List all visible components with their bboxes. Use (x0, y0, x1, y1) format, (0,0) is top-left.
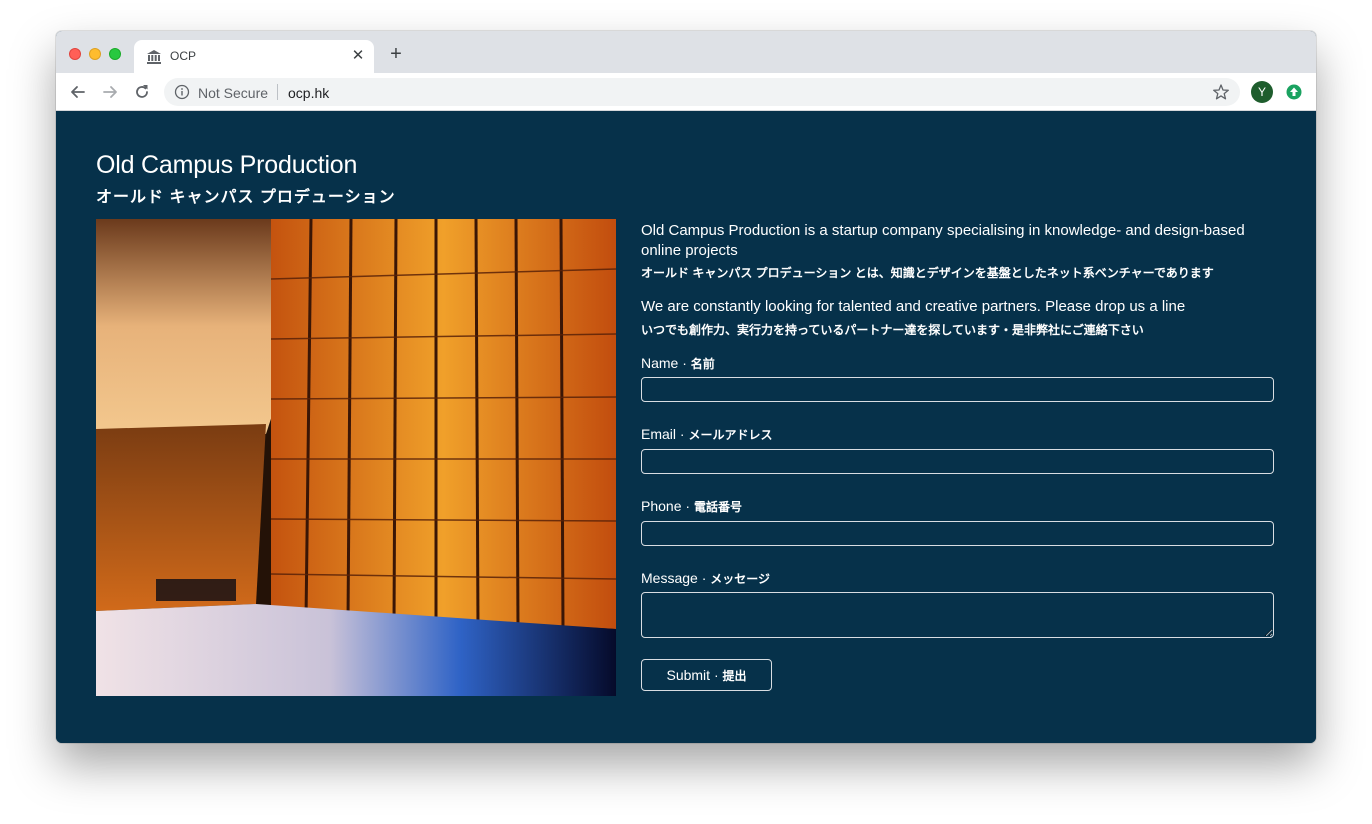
email-label-ja: メールアドレス (688, 428, 773, 442)
intro-english: Old Campus Production is a startup compa… (641, 222, 1245, 259)
forward-arrow-icon[interactable] (100, 82, 120, 102)
message-label-en: Message · (641, 570, 711, 586)
close-window-button[interactable] (69, 48, 81, 60)
page-title: Old Campus Production (96, 151, 358, 179)
page-content: Old Campus Production オールド キャンパス プロデューショ… (56, 111, 1316, 743)
url-text[interactable]: ocp.hk (288, 85, 329, 101)
info-icon[interactable] (174, 84, 190, 100)
zoom-window-button[interactable] (109, 48, 121, 60)
message-label: Message · メッセージ (641, 570, 770, 587)
new-tab-button[interactable]: + (386, 44, 406, 64)
submit-label-ja: 提出 (722, 668, 747, 683)
back-arrow-icon[interactable] (68, 82, 88, 102)
name-label-en: Name · (641, 355, 691, 371)
submit-button[interactable]: Submit · 提出 (641, 659, 772, 691)
extension-icon[interactable] (1286, 84, 1302, 100)
name-label: Name · 名前 (641, 355, 715, 372)
address-bar[interactable]: Not Secure ocp.hk (164, 78, 1240, 106)
library-bookshelves-image (96, 219, 616, 696)
phone-field[interactable] (641, 521, 1274, 546)
message-label-ja: メッセージ (710, 572, 771, 586)
bookmark-star-icon[interactable] (1212, 83, 1230, 101)
url-divider (277, 84, 278, 100)
bank-icon (147, 50, 161, 64)
close-tab-icon[interactable]: ✕ (350, 48, 366, 64)
partner-japanese: いつでも創作力、実行力を持っているパートナー達を探しています・是非弊社にご連絡下… (641, 323, 1144, 337)
email-field[interactable] (641, 449, 1274, 474)
security-status: Not Secure (198, 85, 269, 101)
submit-label-en: Submit · (666, 666, 723, 683)
phone-label-en: Phone · (641, 498, 694, 514)
email-label: Email · メールアドレス (641, 426, 772, 443)
browser-window: OCP ✕ + Not Secure ocp.hk Y Old Campus P… (56, 31, 1316, 743)
intro-japanese: オールド キャンパス プロデューション とは、知識とデザインを基盤としたネット系… (641, 266, 1214, 280)
reload-icon[interactable] (132, 82, 152, 102)
profile-avatar[interactable]: Y (1251, 81, 1273, 103)
email-label-en: Email · (641, 426, 689, 442)
minimize-window-button[interactable] (89, 48, 101, 60)
browser-toolbar: Not Secure ocp.hk Y (56, 73, 1316, 111)
name-label-ja: 名前 (690, 357, 715, 371)
phone-label: Phone · 電話番号 (641, 498, 742, 515)
name-field[interactable] (641, 377, 1274, 402)
page-subtitle: オールド キャンパス プロデューション (96, 189, 396, 206)
message-field[interactable] (641, 592, 1274, 638)
tab-title: OCP (170, 49, 197, 63)
tab-strip: OCP ✕ + (56, 31, 1316, 73)
browser-tab[interactable]: OCP ✕ (134, 40, 374, 73)
phone-label-ja: 電話番号 (693, 500, 742, 514)
partner-english: We are constantly looking for talented a… (641, 298, 1186, 315)
